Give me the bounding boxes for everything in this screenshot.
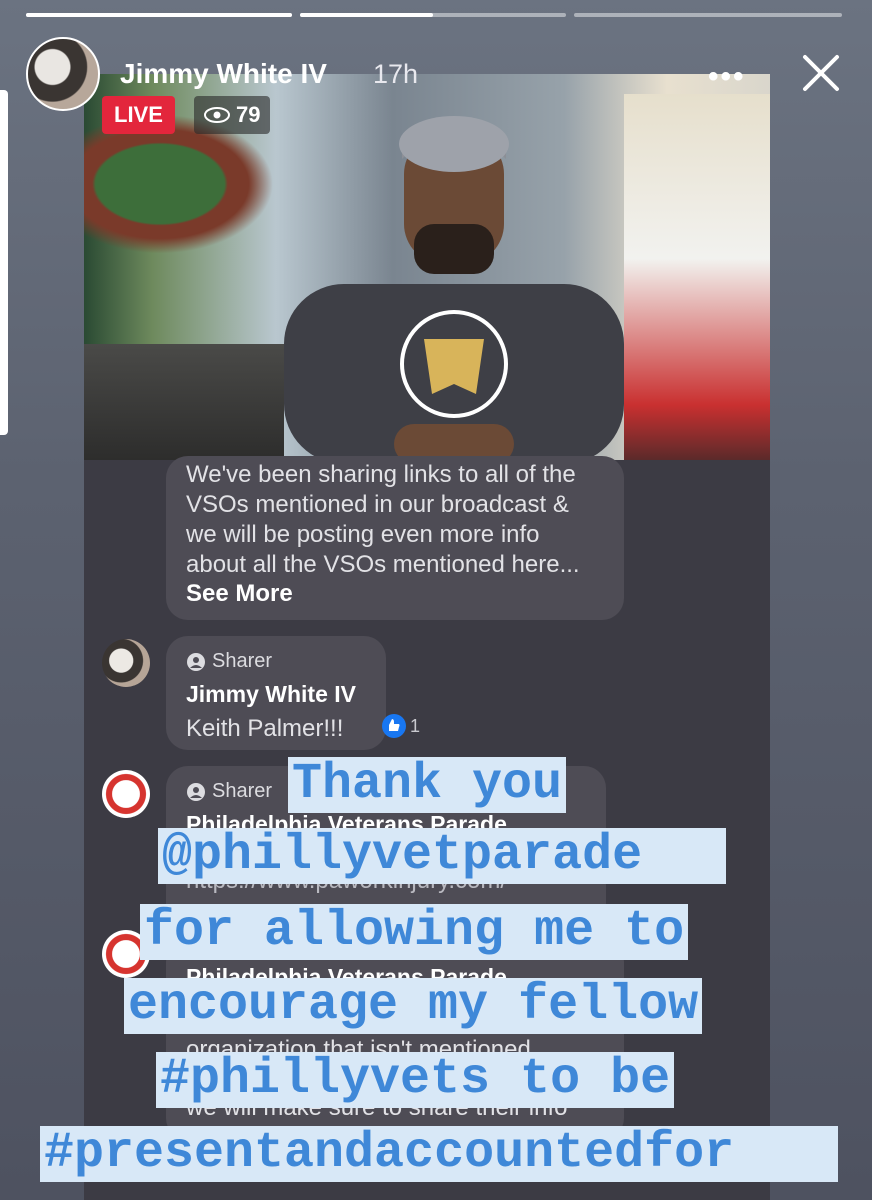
viewer-count-badge: 79 bbox=[194, 96, 271, 134]
caption-line: for allowing me to bbox=[140, 904, 689, 960]
comment-line: We've been sharing links to all of the bbox=[186, 461, 576, 488]
comment-text: Keith Palmer!!! bbox=[186, 715, 344, 742]
close-icon[interactable] bbox=[800, 52, 842, 94]
presenter-figure bbox=[284, 116, 624, 460]
sharer-label: Sharer bbox=[212, 650, 273, 672]
see-more-link[interactable]: See More bbox=[186, 580, 580, 608]
like-icon bbox=[382, 714, 406, 738]
comment-line: we will be posting even more info bbox=[186, 521, 540, 548]
story-progress-3 bbox=[574, 13, 842, 17]
caption-line: encourage my fellow bbox=[124, 978, 703, 1034]
viewer-count: 79 bbox=[236, 102, 261, 127]
caption-mention[interactable]: @phillyvetparade bbox=[158, 828, 726, 884]
sharer-icon bbox=[187, 782, 205, 801]
story-user-avatar[interactable] bbox=[26, 37, 100, 111]
story-progress-2 bbox=[300, 13, 566, 17]
like-count: 1 bbox=[410, 716, 421, 736]
comment-bubble[interactable]: Philadelphia Veterans Parade organizatio… bbox=[166, 940, 624, 1140]
comment-line: VSOs mentioned in our broadcast & bbox=[186, 491, 569, 518]
caption-line: Thank you bbox=[288, 757, 567, 813]
live-badge: LIVE bbox=[102, 96, 175, 134]
eye-icon bbox=[204, 107, 230, 123]
live-video[interactable]: LIVE 79 bbox=[84, 74, 770, 460]
sharer-icon bbox=[187, 652, 205, 671]
comment-bubble[interactable]: Sharer Jimmy White IV Keith Palmer!!! bbox=[166, 636, 386, 750]
previous-story-edge[interactable] bbox=[0, 90, 8, 435]
comment-line: about all the VSOs mentioned here... bbox=[186, 551, 580, 578]
comment-bubble[interactable]: We've been sharing links to all of the V… bbox=[166, 456, 624, 620]
commenter-name[interactable]: Jimmy White IV bbox=[186, 681, 356, 708]
story-progress-1 bbox=[26, 13, 292, 17]
caption-hashtag[interactable]: #presentandaccountedfor bbox=[40, 1126, 838, 1182]
more-dots-icon[interactable]: ••• bbox=[708, 60, 746, 94]
caption-hashtag[interactable]: #phillyvets to be bbox=[156, 1052, 675, 1108]
story-timestamp: 17h bbox=[373, 59, 419, 89]
sharer-badge: Sharer bbox=[186, 650, 356, 673]
commenter-avatar[interactable] bbox=[102, 639, 150, 687]
commenter-avatar[interactable] bbox=[102, 770, 150, 818]
sharer-label: Sharer bbox=[212, 780, 273, 802]
story-user-name[interactable]: Jimmy White IV bbox=[120, 58, 327, 90]
